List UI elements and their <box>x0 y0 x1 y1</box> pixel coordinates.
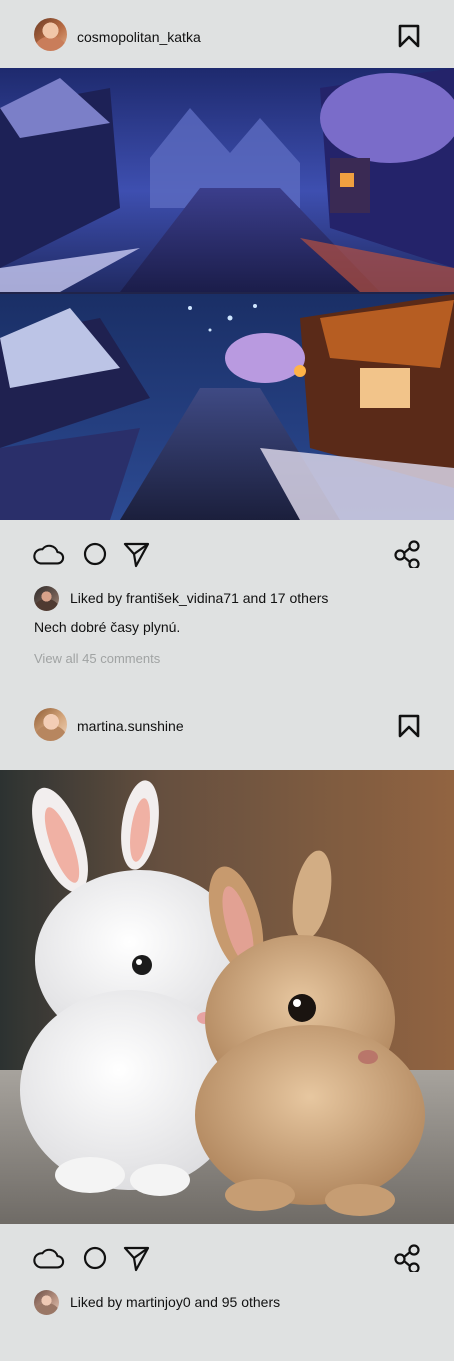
liker-avatar[interactable] <box>34 586 59 611</box>
likes-row: Liked by martinjoy0 and 95 others <box>0 1290 454 1322</box>
avatar[interactable] <box>34 18 67 51</box>
post-text: Nech dobré časy plynú. View all 45 comme… <box>0 618 454 704</box>
bunnies-image <box>0 770 454 1224</box>
post-actions <box>0 520 454 586</box>
post-header: cosmopolitan_katka <box>0 0 454 68</box>
likes-row: Liked by františek_vidina71 and 17 other… <box>0 586 454 618</box>
cloud-icon[interactable] <box>33 1244 65 1272</box>
bookmark-icon[interactable] <box>398 24 420 48</box>
paper-plane-icon[interactable] <box>122 540 154 568</box>
post-2: martina.sunshine Liked by martinjoy0 and… <box>0 704 454 1322</box>
liker-avatar[interactable] <box>34 1290 59 1315</box>
cloud-icon[interactable] <box>33 540 65 568</box>
avatar[interactable] <box>34 708 67 741</box>
share-icon[interactable] <box>392 1244 424 1272</box>
circle-icon[interactable] <box>80 1244 112 1272</box>
share-icon[interactable] <box>392 540 424 568</box>
circle-icon[interactable] <box>80 540 112 568</box>
username[interactable]: martina.sunshine <box>77 717 184 735</box>
post-image[interactable] <box>0 68 454 520</box>
view-comments-link[interactable]: View all 45 comments <box>34 650 160 668</box>
fantasy-village-image <box>0 68 454 520</box>
likes-text[interactable]: Liked by martinjoy0 and 95 others <box>70 1293 280 1311</box>
post-1: cosmopolitan_katka Liked by františek_vi… <box>0 0 454 704</box>
post-actions <box>0 1224 454 1290</box>
bookmark-icon[interactable] <box>398 714 420 738</box>
username[interactable]: cosmopolitan_katka <box>77 28 201 46</box>
post-image[interactable] <box>0 770 454 1224</box>
likes-text[interactable]: Liked by františek_vidina71 and 17 other… <box>70 589 328 607</box>
post-header: martina.sunshine <box>0 704 454 770</box>
caption: Nech dobré časy plynú. <box>34 619 181 635</box>
paper-plane-icon[interactable] <box>122 1244 154 1272</box>
